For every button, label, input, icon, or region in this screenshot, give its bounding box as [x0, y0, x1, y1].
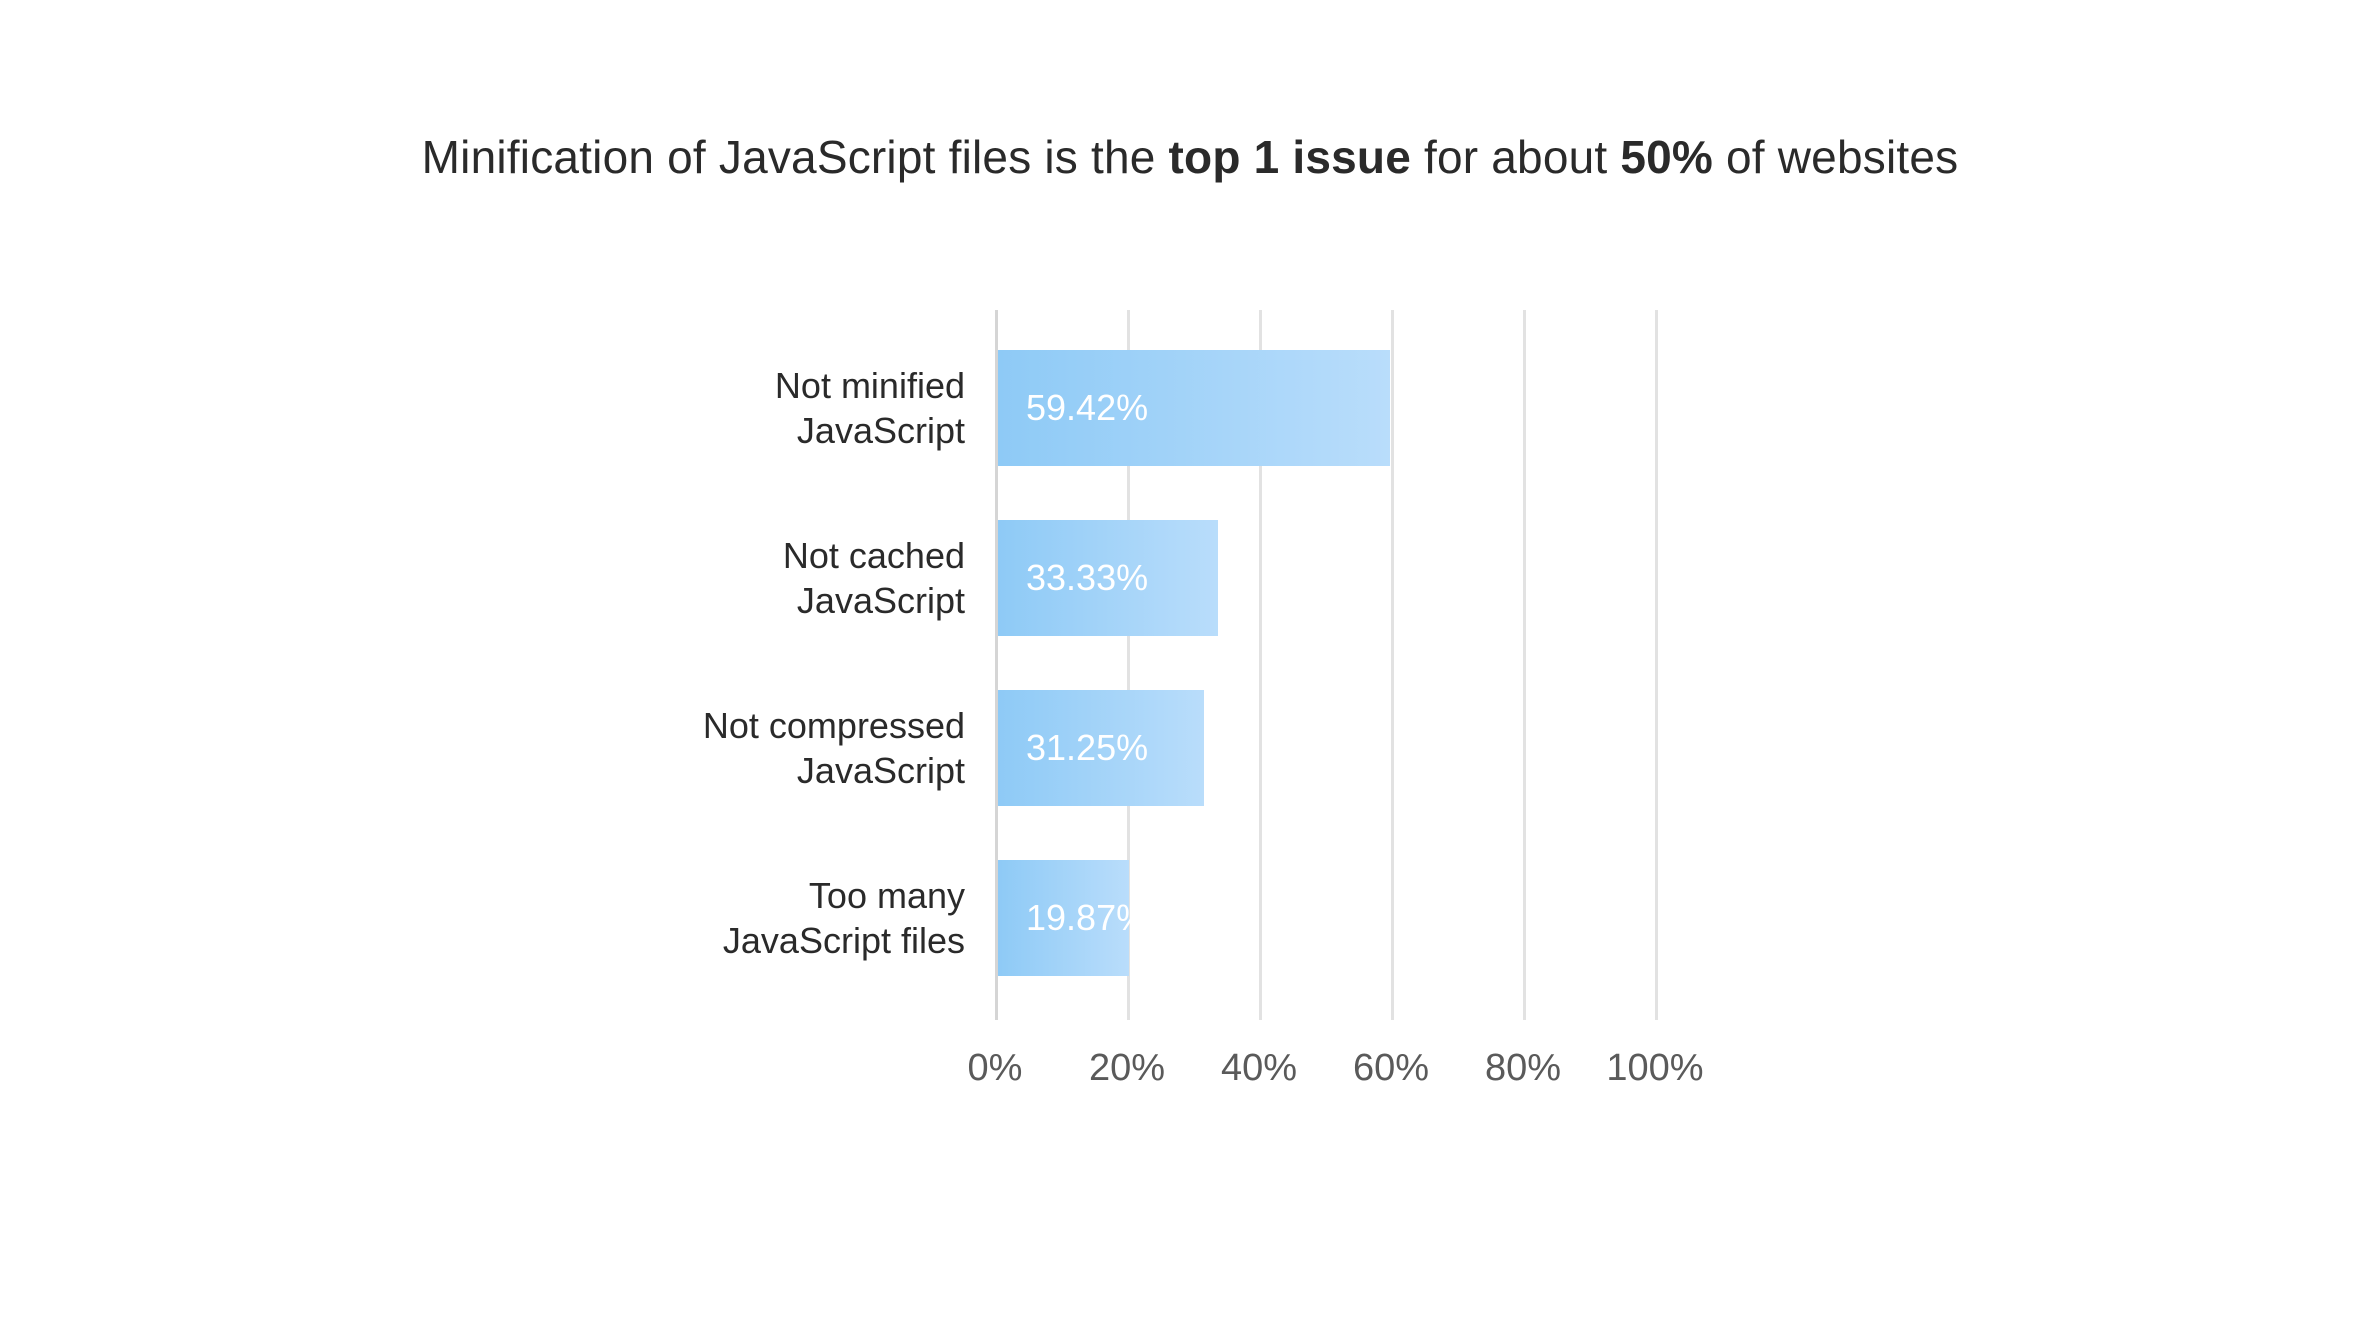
y-category-label: Too many JavaScript files — [495, 860, 965, 976]
x-tick-label: 60% — [1353, 1047, 1429, 1090]
y-category-label: Not cached JavaScript — [495, 520, 965, 636]
gridline — [1523, 310, 1526, 1020]
x-tick-label: 100% — [1606, 1047, 1703, 1090]
bar: 33.33% — [998, 520, 1218, 636]
title-text-3: of websites — [1713, 131, 1958, 183]
title-bold-1: top 1 issue — [1169, 131, 1412, 183]
bar-value-label: 33.33% — [1026, 557, 1148, 599]
x-tick-label: 80% — [1485, 1047, 1561, 1090]
chart-title: Minification of JavaScript files is the … — [0, 130, 2380, 184]
x-tick-label: 40% — [1221, 1047, 1297, 1090]
gridline — [1391, 310, 1394, 1020]
bar: 59.42% — [998, 350, 1390, 466]
title-text-1: Minification of JavaScript files is the — [422, 131, 1169, 183]
plot-area: 59.42% 33.33% 31.25% 19.87% 0% 20% 40% 6… — [995, 310, 1655, 1020]
x-tick-label: 0% — [968, 1047, 1023, 1090]
bar-chart: Not minified JavaScript Not cached JavaS… — [495, 310, 1905, 1150]
bar-value-label: 31.25% — [1026, 727, 1148, 769]
gridline — [1655, 310, 1658, 1020]
bar-value-label: 19.87% — [1026, 897, 1148, 939]
page: Minification of JavaScript files is the … — [0, 0, 2380, 1330]
y-category-label: Not compressed JavaScript — [495, 690, 965, 806]
bar: 31.25% — [998, 690, 1204, 806]
bar: 19.87% — [998, 860, 1129, 976]
title-bold-2: 50% — [1620, 131, 1713, 183]
title-text-2: for about — [1411, 131, 1620, 183]
y-category-label: Not minified JavaScript — [495, 350, 965, 466]
bar-value-label: 59.42% — [1026, 387, 1148, 429]
x-tick-label: 20% — [1089, 1047, 1165, 1090]
